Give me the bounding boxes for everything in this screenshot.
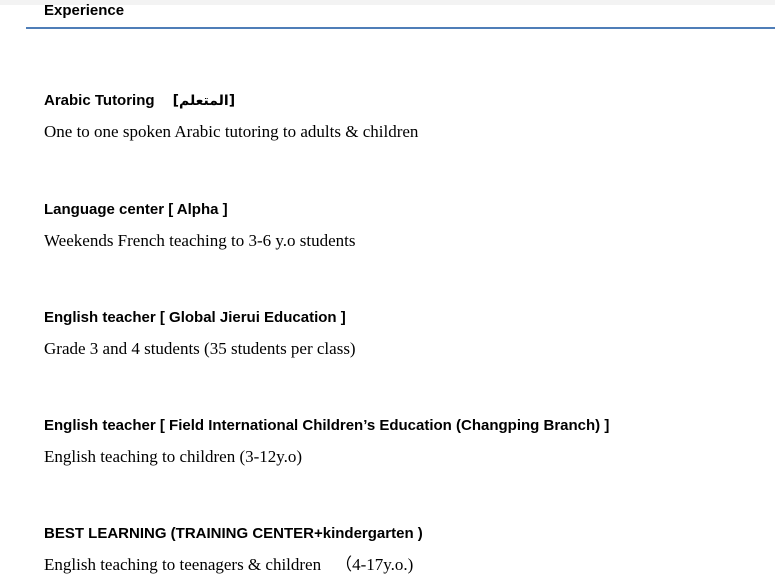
entry-age-note: （4-17y.o.) [335,555,414,574]
entry-description: One to one spoken Arabic tutoring to adu… [44,122,419,141]
entry-description-text: English teaching to teenagers & children [44,555,322,574]
entry-title: Arabic Tutoring [المتعلم] [44,92,764,110]
section-divider [26,27,775,29]
entry-title: Language center [ Alpha ] [44,201,228,218]
experience-entry-arabic-tutoring: Arabic Tutoring [المتعلم] One to one spok… [44,92,764,142]
entry-title-tag: [المتعلم] [172,93,236,109]
entry-title: English teacher [ Global Jierui Educatio… [44,309,346,326]
entry-title: BEST LEARNING (TRAINING CENTER+kindergar… [44,525,423,542]
experience-entry-global-jierui: English teacher [ Global Jierui Educatio… [44,309,764,359]
entry-title-text: Arabic Tutoring [44,92,155,109]
experience-entry-field-international: English teacher [ Field International Ch… [44,417,764,467]
section-title: Experience [44,2,125,19]
entry-description: Weekends French teaching to 3-6 y.o stud… [44,231,356,250]
experience-entry-language-center: Language center [ Alpha ] Weekends Frenc… [44,201,764,251]
entry-title: English teacher [ Field International Ch… [44,417,610,434]
entry-description: English teaching to teenagers & children… [44,555,764,575]
experience-entry-best-learning: BEST LEARNING (TRAINING CENTER+kindergar… [44,525,764,575]
entry-description: Grade 3 and 4 students (35 students per … [44,339,356,358]
entry-description: English teaching to children (3-12y.o) [44,447,303,466]
